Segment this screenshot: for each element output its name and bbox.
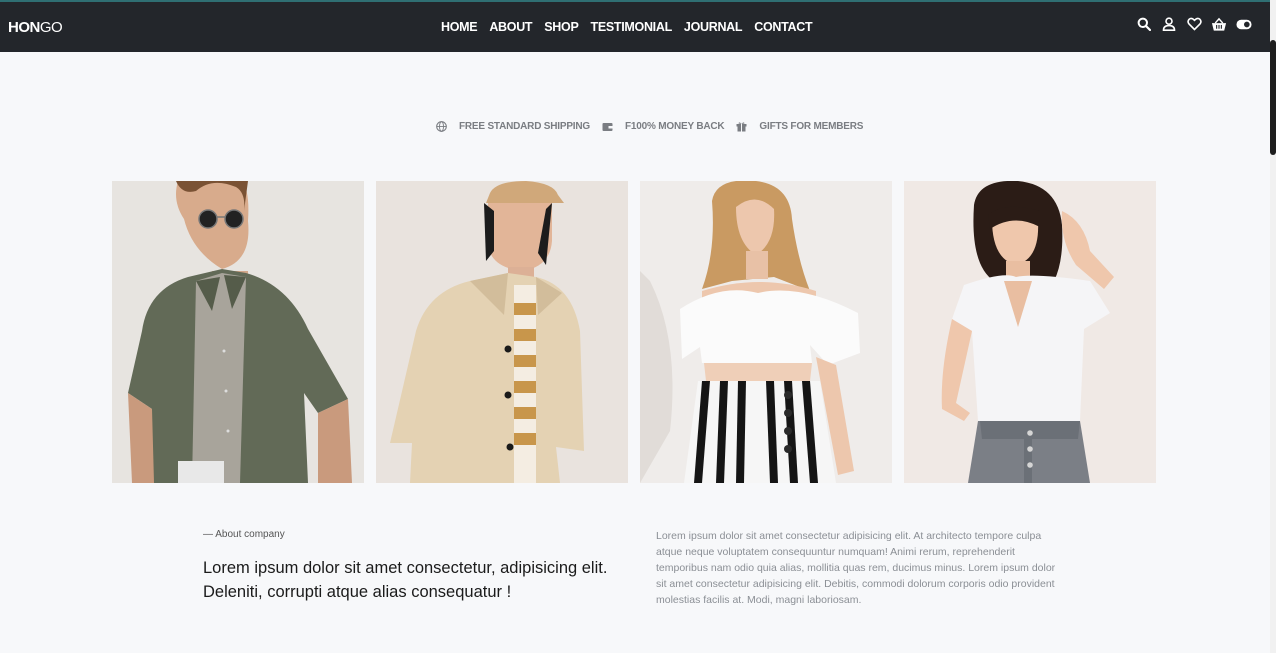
nav-testimonial[interactable]: TESTIMONIAL: [591, 20, 673, 34]
product-card[interactable]: [112, 181, 364, 483]
search-icon[interactable]: [1136, 16, 1152, 32]
about-heading: Lorem ipsum dolor sit amet consectetur, …: [203, 559, 608, 601]
product-card[interactable]: [904, 181, 1156, 483]
feature-money-back: F100% MONEY BACK: [602, 121, 725, 132]
brand-logo[interactable]: HONGO: [8, 19, 63, 36]
feature-shipping: FREE STANDARD SHIPPING: [436, 121, 590, 132]
heart-icon[interactable]: [1186, 16, 1202, 32]
nav-contact[interactable]: CONTACT: [754, 20, 812, 34]
feature-gifts: GIFTS FOR MEMBERS: [736, 121, 863, 132]
nav-journal[interactable]: JOURNAL: [684, 20, 743, 34]
about-section-label: — About company: [203, 529, 285, 540]
toggle-icon[interactable]: [1236, 16, 1252, 32]
main-nav: HOME ABOUT SHOP TESTIMONIAL JOURNAL CONT…: [441, 20, 813, 34]
product-card[interactable]: [376, 181, 628, 483]
nav-shop[interactable]: SHOP: [544, 20, 579, 34]
top-navbar: HONGO HOME ABOUT SHOP TESTIMONIAL JOURNA…: [0, 0, 1270, 52]
nav-home[interactable]: HOME: [441, 20, 478, 34]
feature-money-back-label: F100% MONEY BACK: [624, 121, 725, 132]
product-image: [112, 181, 364, 483]
wallet-icon: [602, 122, 613, 131]
basket-icon[interactable]: [1211, 16, 1227, 32]
product-card[interactable]: [640, 181, 892, 483]
logo-bold-text: HON: [8, 19, 40, 36]
feature-gifts-label: GIFTS FOR MEMBERS: [759, 121, 864, 132]
globe-icon: [436, 121, 447, 132]
gift-icon: [736, 122, 747, 132]
scrollbar-thumb[interactable]: [1270, 40, 1276, 155]
feature-shipping-label: FREE STANDARD SHIPPING: [459, 121, 590, 132]
header-icons: [1136, 16, 1252, 32]
page-scrollbar[interactable]: [1270, 0, 1276, 653]
product-image: [376, 181, 628, 483]
nav-about[interactable]: ABOUT: [489, 20, 532, 34]
product-grid: [112, 181, 1156, 483]
product-image: [904, 181, 1156, 483]
about-body-text: Lorem ipsum dolor sit amet consectetur a…: [656, 530, 1056, 606]
logo-light-text: GO: [39, 19, 63, 36]
feature-strip: FREE STANDARD SHIPPING F100% MONEY BACK …: [436, 121, 863, 132]
product-image: [640, 181, 892, 483]
user-icon[interactable]: [1161, 16, 1177, 32]
